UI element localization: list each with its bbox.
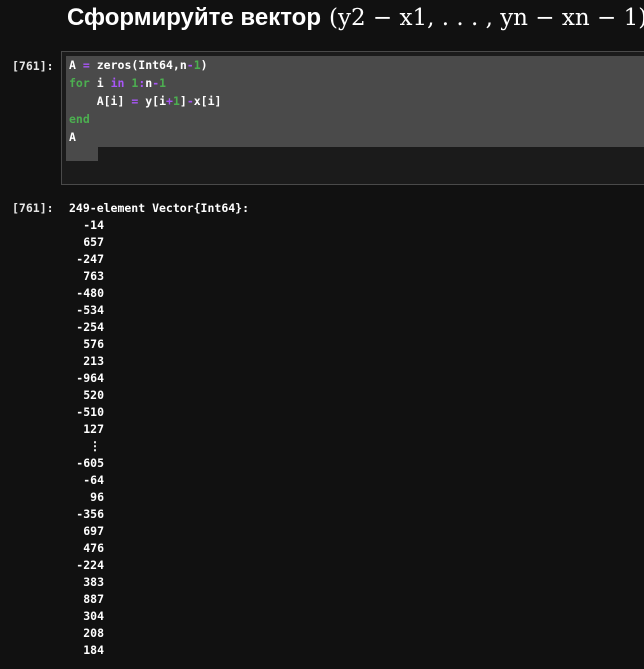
output-value: 763 <box>83 269 104 283</box>
output-value: 887 <box>83 592 104 606</box>
output-value: -605 <box>76 456 104 470</box>
output-value: 184 <box>83 643 104 657</box>
code-line-3: A[i] = y[i+1]-x[i] <box>96 94 222 108</box>
output-value: 127 <box>83 422 104 436</box>
code-line-4: end <box>69 112 90 126</box>
output-value: -534 <box>76 303 104 317</box>
output-value: -64 <box>83 473 104 487</box>
output-value: 576 <box>83 337 104 351</box>
markdown-heading: Сформируйте вектор (y2 − x1, . . . , yn … <box>67 4 644 40</box>
code-cell-editor[interactable]: A = zeros(Int64,n-1) for i in 1:n-1 A[i]… <box>61 51 644 185</box>
output-ellipsis: ⋮ <box>89 439 101 453</box>
input-prompt: [761]: <box>12 59 54 73</box>
output-value: 476 <box>83 541 104 555</box>
output-value: -14 <box>83 218 104 232</box>
output-value: 304 <box>83 609 104 623</box>
output-value: 208 <box>83 626 104 640</box>
output-value: -224 <box>76 558 104 572</box>
output-value: -964 <box>76 371 104 385</box>
output-value: 697 <box>83 524 104 538</box>
output-value: -480 <box>76 286 104 300</box>
output-values-list: -14 657 -247 763 -480 -534 -254 576 213 -964 520 -5… <box>69 217 105 659</box>
output-value: -254 <box>76 320 104 334</box>
heading-text: Сформируйте вектор <box>67 4 321 31</box>
output-value: -510 <box>76 405 104 419</box>
output-value: 383 <box>83 575 104 589</box>
output-value: 96 <box>90 490 104 504</box>
code-line-2: for i in 1:n-1 <box>69 76 167 90</box>
output-prompt: [761]: <box>12 201 54 215</box>
output-value: -356 <box>76 507 104 521</box>
output-value: 657 <box>83 235 104 249</box>
output-header: 249-element Vector{Int64}: <box>69 201 250 215</box>
output-value: -247 <box>76 252 104 266</box>
code-line-5: A <box>69 130 76 144</box>
output-value: 520 <box>83 388 104 402</box>
heading-math-expression: (y2 − x1, . . . , yn − xn − 1) <box>328 5 644 31</box>
code-line-1: A = zeros(Int64,n-1) <box>69 58 208 72</box>
selection-tail <box>66 147 98 161</box>
output-value: 213 <box>83 354 104 368</box>
